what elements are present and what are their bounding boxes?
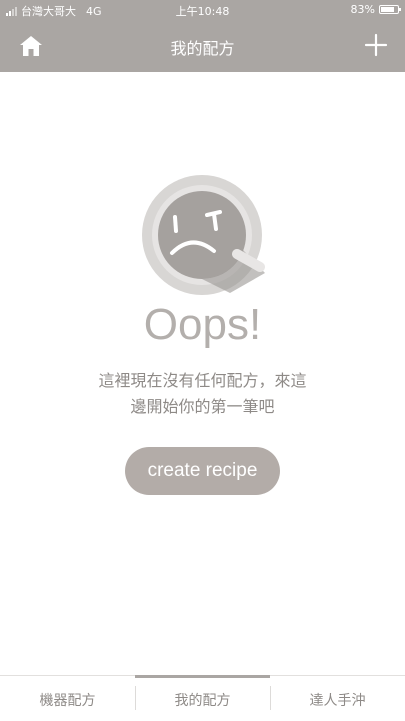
tab-bar: 機器配方 我的配方 達人手沖 [0, 675, 405, 721]
battery-percent: 83% [350, 3, 375, 16]
page-title: 我的配方 [170, 39, 235, 58]
nav-bar: 我的配方 [0, 20, 405, 72]
battery-icon [379, 5, 401, 14]
status-right: 83% [350, 3, 401, 16]
tab-machine-recipes[interactable]: 機器配方 [0, 676, 135, 721]
empty-message-line1: 這裡現在沒有任何配方，來這 [98, 371, 307, 390]
sad-magnifier-icon [140, 175, 270, 295]
empty-message-line2: 邊開始你的第一筆吧 [130, 397, 275, 416]
empty-message: 這裡現在沒有任何配方，來這 邊開始你的第一筆吧 [70, 368, 335, 420]
plus-icon[interactable] [363, 32, 389, 58]
create-recipe-button[interactable]: create recipe [125, 447, 280, 495]
status-time: 上午10:48 [175, 5, 230, 18]
empty-heading: Oops! [143, 300, 262, 349]
tab-expert-pour-over[interactable]: 達人手沖 [270, 676, 405, 721]
tab-my-recipes[interactable]: 我的配方 [135, 675, 270, 721]
status-bar: 台灣大哥大 4G 上午10:48 83% [0, 0, 405, 20]
